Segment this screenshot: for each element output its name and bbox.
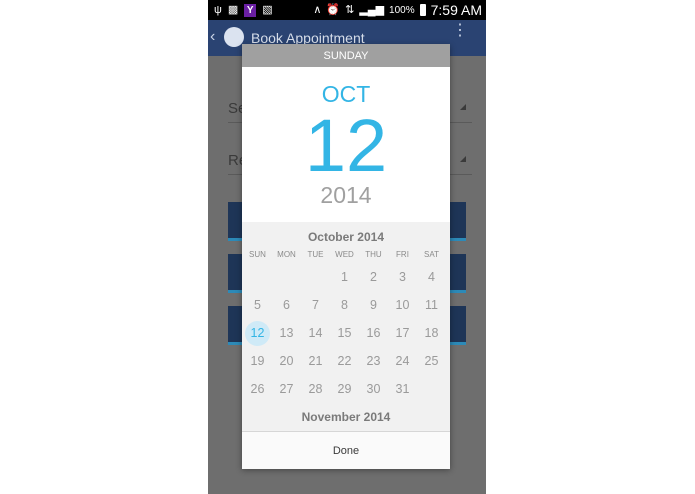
yahoo-icon: Y [244, 3, 257, 17]
calendar-day[interactable]: 23 [359, 348, 388, 374]
calendar-day[interactable]: 19 [243, 348, 272, 374]
weekday-label: WED [335, 250, 354, 259]
back-chevron-icon[interactable]: ‹ [210, 28, 215, 46]
calendar-day[interactable]: 13 [272, 320, 301, 346]
calendar-view[interactable]: October 2014 SUN MON TUE WED THU FRI SAT 12345… [242, 222, 450, 431]
calendar-day[interactable]: 2 [359, 264, 388, 290]
weekday-label: SUN [249, 250, 266, 259]
calendar-day[interactable]: 8 [330, 292, 359, 318]
calendar-day[interactable]: 5 [243, 292, 272, 318]
usb-icon: ψ [214, 4, 222, 16]
weekday-label: SAT [424, 250, 439, 259]
day-of-week-header: SUNDAY [242, 44, 450, 67]
calendar-day[interactable]: 25 [417, 348, 446, 374]
weekday-label: TUE [307, 250, 324, 259]
calendar-day[interactable]: 21 [301, 348, 330, 374]
date-picker-dialog: SUNDAY OCT 12 2014 October 2014 SUN MON TU… [242, 44, 450, 469]
overflow-menu-icon[interactable]: ⋮ [452, 23, 468, 39]
signal-icon: ▂▄▆ [359, 4, 385, 16]
calendar-day[interactable]: 10 [388, 292, 417, 318]
calendar-day[interactable]: 14 [301, 320, 330, 346]
weekday-label: THU [365, 250, 382, 259]
calendar-day[interactable]: 18 [417, 320, 446, 346]
battery-icon [419, 4, 426, 16]
calendar-day[interactable]: 26 [243, 376, 272, 402]
calendar-day[interactable]: 1 [330, 264, 359, 290]
calendar-day[interactable]: 28 [301, 376, 330, 402]
dropdown-arrow-icon [460, 104, 466, 110]
calendar-day[interactable]: 9 [359, 292, 388, 318]
selected-year[interactable]: 2014 [242, 182, 450, 209]
status-left-icons: ψ ▩ Y ▧ [214, 3, 273, 17]
calendar-day[interactable]: 16 [359, 320, 388, 346]
bluetooth-icon: ∧ [313, 4, 322, 16]
calendar-day[interactable]: 6 [272, 292, 301, 318]
calendar-day[interactable]: 29 [330, 376, 359, 402]
calendar-day[interactable]: 30 [359, 376, 388, 402]
dropdown-arrow-icon [460, 156, 466, 162]
calendar-day[interactable]: 4 [417, 264, 446, 290]
weekday-label: MON [277, 250, 296, 259]
battery-percent: 100% [389, 4, 415, 16]
calendar-day[interactable]: 22 [330, 348, 359, 374]
status-bar: ψ ▩ Y ▧ ∧ ⏰ ⇅ ▂▄▆ 100% 7:59 AM [208, 0, 486, 20]
weekday-label: FRI [396, 250, 409, 259]
calendar-day[interactable]: 15 [330, 320, 359, 346]
calendar-day[interactable]: 31 [388, 376, 417, 402]
selected-day[interactable]: 12 [242, 104, 450, 188]
calendar-day[interactable]: 3 [388, 264, 417, 290]
done-button[interactable]: Done [242, 432, 450, 469]
app-logo-icon[interactable] [224, 27, 244, 47]
status-time: 7:59 AM [430, 2, 482, 18]
calendar-day[interactable]: 27 [272, 376, 301, 402]
4g-icon: ⇅ [345, 4, 355, 16]
calendar-day[interactable]: 24 [388, 348, 417, 374]
calendar-day[interactable]: 12 [243, 320, 272, 346]
alarm-icon: ⏰ [326, 4, 341, 16]
calendar-day[interactable]: 20 [272, 348, 301, 374]
gallery-icon: ▩ [227, 4, 239, 16]
calendar-day[interactable]: 11 [417, 292, 446, 318]
next-month-title: November 2014 [301, 410, 391, 424]
calendar-day[interactable]: 7 [301, 292, 330, 318]
calendar-day[interactable]: 17 [388, 320, 417, 346]
status-right-icons: ∧ ⏰ ⇅ ▂▄▆ 100% 7:59 AM [313, 2, 482, 18]
calendar-month-title: October 2014 [307, 230, 385, 244]
dialog-footer: Done [242, 431, 450, 469]
clipboard-icon: ▧ [262, 4, 273, 16]
